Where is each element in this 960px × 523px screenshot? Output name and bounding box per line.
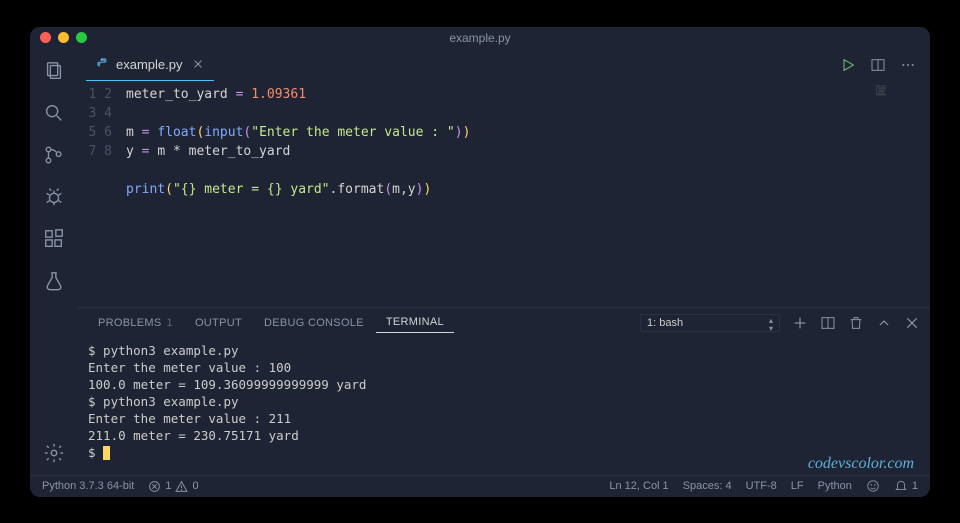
tab-example-py[interactable]: example.py: [86, 49, 214, 81]
minimap[interactable]: ████ ███ █ ██████ █ █████ ████████: [876, 85, 928, 125]
source-control-icon[interactable]: [42, 143, 66, 167]
line-gutter: 1 2 3 4 5 6 7 8: [78, 85, 126, 307]
code-editor[interactable]: 1 2 3 4 5 6 7 8 meter_to_yard = 1.09361 …: [78, 81, 930, 307]
vscode-window: example.py: [30, 27, 930, 497]
status-bar: Python 3.7.3 64-bit 1 0 Ln 12, Col 1 Spa…: [30, 475, 930, 497]
python-interpreter[interactable]: Python 3.7.3 64-bit: [42, 480, 134, 492]
select-arrows-icon: ▴▾: [769, 317, 773, 333]
kill-terminal-icon[interactable]: [848, 315, 864, 331]
terminal-select-value: 1: bash: [647, 317, 683, 329]
split-terminal-icon[interactable]: [820, 315, 836, 331]
watermark: codevscolor.com: [808, 455, 914, 473]
maximize-panel-icon[interactable]: [876, 315, 892, 331]
extensions-icon[interactable]: [42, 227, 66, 251]
maximize-window-button[interactable]: [76, 32, 87, 43]
close-tab-icon[interactable]: [192, 58, 204, 70]
debug-icon[interactable]: [42, 185, 66, 209]
panel-actions: 1: bash ▴▾: [640, 314, 920, 332]
terminal-tab[interactable]: TERMINAL: [376, 316, 454, 333]
main-body: example.py: [30, 49, 930, 475]
window-title: example.py: [449, 31, 510, 45]
minimize-window-button[interactable]: [58, 32, 69, 43]
eol[interactable]: LF: [791, 480, 804, 492]
close-window-button[interactable]: [40, 32, 51, 43]
settings-gear-icon[interactable]: [42, 441, 66, 465]
traffic-lights: [40, 32, 87, 43]
explorer-icon[interactable]: [42, 59, 66, 83]
problems-status[interactable]: 1 0: [148, 480, 198, 493]
debug-console-tab[interactable]: DEBUG CONSOLE: [254, 317, 374, 329]
feedback-icon[interactable]: [866, 479, 880, 493]
search-icon[interactable]: [42, 101, 66, 125]
tab-filename: example.py: [116, 57, 182, 72]
indentation[interactable]: Spaces: 4: [683, 480, 732, 492]
terminal-select[interactable]: 1: bash ▴▾: [640, 314, 780, 332]
notifications[interactable]: 1: [894, 479, 918, 493]
cursor-position[interactable]: Ln 12, Col 1: [609, 480, 668, 492]
close-panel-icon[interactable]: [904, 315, 920, 331]
panel-tabs: PROBLEMS1 OUTPUT DEBUG CONSOLE TERMINAL …: [78, 308, 930, 338]
editor-area: example.py: [78, 49, 930, 475]
code-content[interactable]: meter_to_yard = 1.09361 m = float(input(…: [126, 85, 930, 307]
split-editor-icon[interactable]: [870, 57, 886, 73]
tab-bar: example.py: [78, 49, 930, 81]
terminal-output[interactable]: $ python3 example.py Enter the meter val…: [78, 338, 930, 475]
bottom-panel: PROBLEMS1 OUTPUT DEBUG CONSOLE TERMINAL …: [78, 307, 930, 475]
output-tab[interactable]: OUTPUT: [185, 317, 252, 329]
python-file-icon: [96, 57, 110, 71]
language-mode[interactable]: Python: [818, 480, 852, 492]
terminal-cursor: [103, 446, 110, 460]
new-terminal-icon[interactable]: [792, 315, 808, 331]
more-actions-icon[interactable]: [900, 57, 916, 73]
activity-bar: [30, 49, 78, 475]
encoding[interactable]: UTF-8: [746, 480, 777, 492]
problems-tab[interactable]: PROBLEMS1: [88, 317, 183, 329]
editor-actions: [840, 57, 930, 73]
run-icon[interactable]: [840, 57, 856, 73]
testing-icon[interactable]: [42, 269, 66, 293]
titlebar: example.py: [30, 27, 930, 49]
